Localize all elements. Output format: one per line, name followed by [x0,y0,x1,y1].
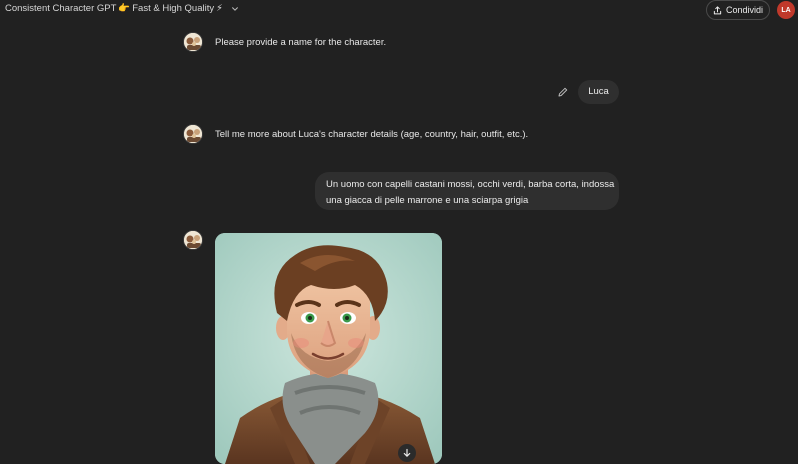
gpt-avatar [183,230,203,250]
user-message-1: Luca [578,80,619,104]
character-portrait [215,233,442,464]
gpt-selector[interactable]: Consistent Character GPT 👉 Fast & High Q… [5,3,239,14]
point-emoji: 👉 [118,3,131,14]
generated-character-image[interactable] [215,233,442,464]
share-button[interactable]: Condividi [706,0,770,20]
edit-pencil-icon[interactable] [557,86,569,98]
assistant-message-1: Please provide a name for the character. [215,37,387,48]
chevron-down-icon [231,6,238,11]
bolt-emoji: ⚡ [216,3,223,14]
user-avatar[interactable]: LA [777,1,795,19]
gpt-tagline: Fast & High Quality [132,3,215,14]
gpt-avatar-image [184,125,202,143]
user-message-2-line-1: Un uomo con capelli castani mossi, occhi… [326,179,615,190]
gpt-avatar [183,124,203,144]
download-arrow-icon [403,448,411,457]
gpt-name: Consistent Character GPT [5,3,117,14]
download-button[interactable] [398,444,416,462]
user-message-2-line-2: una giacca di pelle marrone e una sciarp… [326,195,529,206]
user-message-2: Un uomo con capelli castani mossi, occhi… [315,172,619,210]
gpt-avatar-image [184,231,202,249]
share-label: Condividi [725,5,764,15]
user-message-1-text: Luca [588,86,609,97]
share-icon [713,5,722,14]
user-initials: LA [781,6,791,14]
top-bar: Consistent Character GPT 👉 Fast & High Q… [0,0,798,20]
gpt-avatar-image [184,33,202,51]
assistant-message-2: Tell me more about Luca's character deta… [215,129,529,140]
gpt-avatar [183,32,203,52]
